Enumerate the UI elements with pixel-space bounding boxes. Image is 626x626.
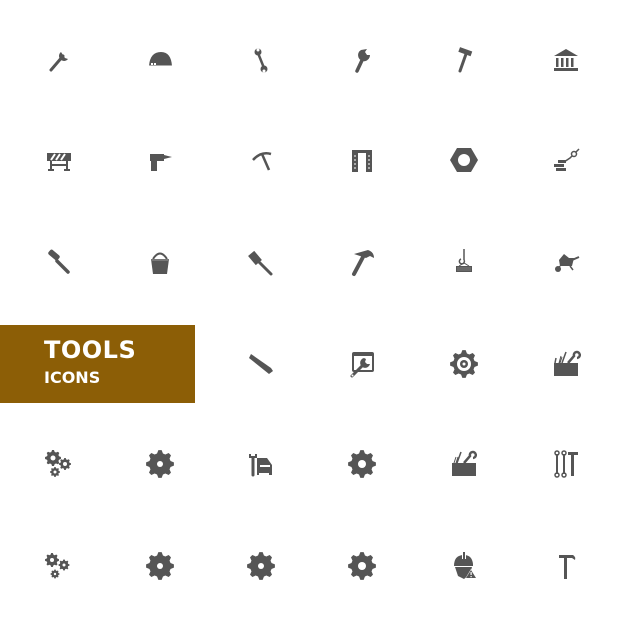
pickaxe-icon: [241, 140, 281, 180]
banner-title: TOOLS: [44, 336, 137, 364]
banner-subtitle: ICONS: [44, 368, 101, 387]
hammer-icon: [444, 40, 484, 80]
hard-hat-icon: [140, 40, 180, 80]
paint-roller-icon: [39, 242, 79, 282]
claw-hammer-icon: [342, 242, 382, 282]
gear-solid-icon: [342, 444, 382, 484]
toolbox-open-icon: [444, 444, 484, 484]
bucket-icon: [140, 242, 180, 282]
power-drill-icon: [140, 140, 180, 180]
gear-icon: [140, 444, 180, 484]
bank-building-icon: [546, 40, 586, 80]
car-repair-icon: [241, 444, 281, 484]
road-barrier-icon: [39, 140, 79, 180]
gears-small-icon: [39, 546, 79, 586]
double-wrench-icon: [241, 40, 281, 80]
hammer-thin-icon: [546, 546, 586, 586]
sledgehammer-icon: [241, 242, 281, 282]
gear-solid-icon: [342, 546, 382, 586]
gear-outline-icon: [444, 344, 484, 384]
hex-nut-icon: [444, 140, 484, 180]
door-frame-icon: [342, 140, 382, 180]
wrench-icon: [342, 40, 382, 80]
wrenches-hammer-icon: [546, 444, 586, 484]
gear-icon: [140, 546, 180, 586]
wheelbarrow-icon: [546, 242, 586, 282]
crane-hook-load-icon: [444, 242, 484, 282]
toolbox-icon: [546, 344, 586, 384]
worker-warning-icon: [444, 546, 484, 586]
gears-icon: [39, 444, 79, 484]
hand-saw-icon: [241, 344, 281, 384]
wrench-window-icon: [342, 344, 382, 384]
brick-trowel-icon: [546, 140, 586, 180]
adjustable-wrench-icon: [39, 40, 79, 80]
gear-icon: [241, 546, 281, 586]
